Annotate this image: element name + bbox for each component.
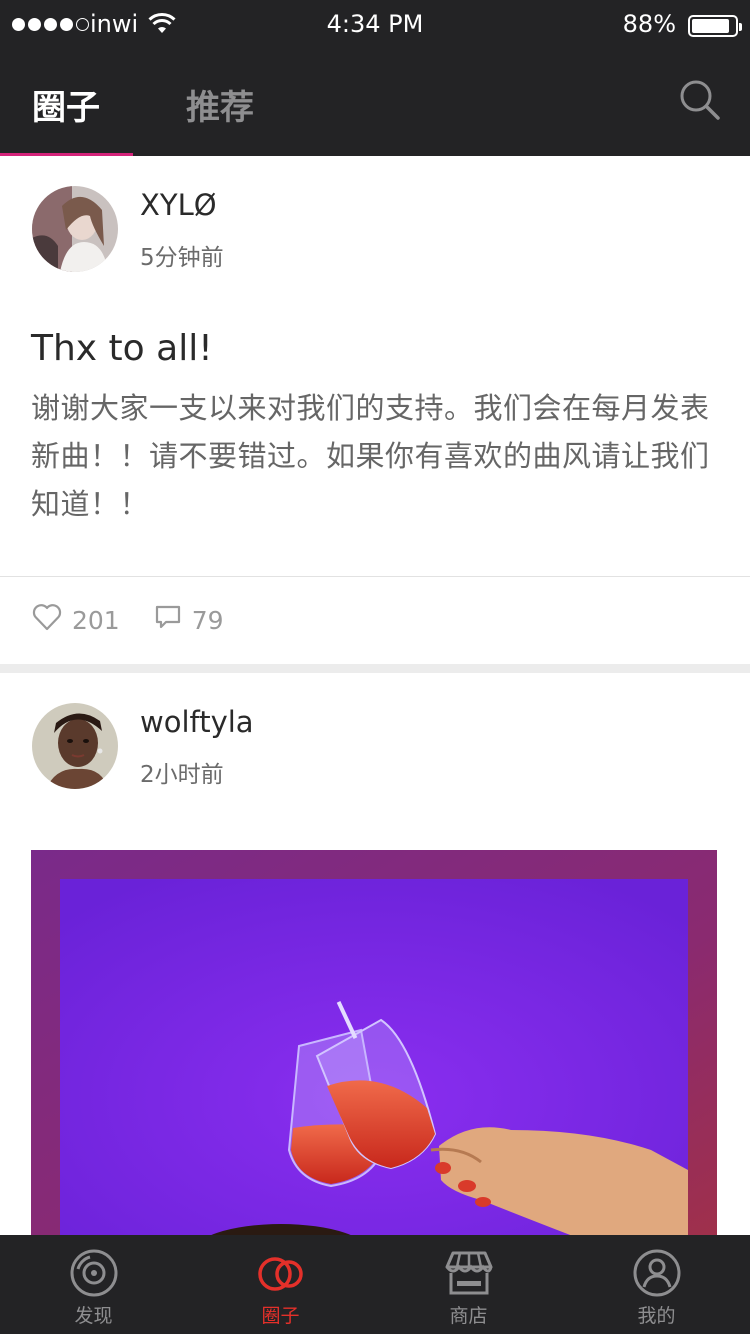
comment-count: 79 <box>191 605 224 635</box>
post-body: 谢谢大家一支以来对我们的支持。我们会在每月发表新曲！！请不要错过。如果你有喜欢的… <box>31 391 710 521</box>
tabbar-item-profile[interactable]: 我的 <box>563 1235 750 1334</box>
heart-icon <box>32 603 72 637</box>
top-navigation: 圈子 推荐 <box>0 50 750 156</box>
battery-percentage: 88% <box>622 10 676 38</box>
avatar[interactable] <box>32 703 118 789</box>
bottom-tab-bar: 发现 圈子 商店 我的 <box>0 1235 750 1334</box>
feed[interactable]: XYLØ 5分钟前 Thx to all! 谢谢大家一支以来对我们的支持。我们会… <box>0 156 750 1235</box>
username[interactable]: wolftyla <box>140 705 254 739</box>
tabbar-item-circle[interactable]: 圈子 <box>187 1235 374 1334</box>
comment-icon <box>154 603 192 637</box>
post-actions: 201 79 <box>32 600 224 640</box>
disc-icon <box>68 1247 120 1299</box>
tabbar-item-store[interactable]: 商店 <box>375 1235 562 1334</box>
tabbar-label: 商店 <box>449 1305 488 1327</box>
search-icon[interactable] <box>678 78 722 122</box>
comment-button[interactable]: 79 <box>154 603 224 637</box>
post-time: 5分钟前 <box>140 245 224 271</box>
username[interactable]: XYLØ <box>140 188 217 222</box>
status-bar: inwi 4:34 PM 88% <box>0 0 750 50</box>
post-card: XYLØ 5分钟前 Thx to all! 谢谢大家一支以来对我们的支持。我们会… <box>0 156 750 664</box>
tabbar-label: 我的 <box>637 1305 676 1327</box>
avatar[interactable] <box>32 186 118 272</box>
like-button[interactable]: 201 <box>32 603 120 637</box>
tab-circle[interactable]: 圈子 <box>32 80 100 129</box>
tab-recommend[interactable]: 推荐 <box>186 80 254 129</box>
tabbar-label: 发现 <box>74 1305 113 1327</box>
section-separator <box>0 664 750 673</box>
battery-icon <box>688 15 742 37</box>
divider <box>0 576 750 577</box>
profile-icon <box>631 1247 683 1299</box>
tabbar-item-discover[interactable]: 发现 <box>0 1235 187 1334</box>
post-card: wolftyla 2小时前 <box>0 673 750 1235</box>
post-title: Thx to all! <box>31 328 213 369</box>
post-image[interactable] <box>31 850 717 1235</box>
tabbar-label: 圈子 <box>261 1305 300 1327</box>
like-count: 201 <box>72 605 120 635</box>
store-icon <box>443 1247 495 1299</box>
post-time: 2小时前 <box>140 762 224 788</box>
circles-icon <box>255 1247 307 1299</box>
